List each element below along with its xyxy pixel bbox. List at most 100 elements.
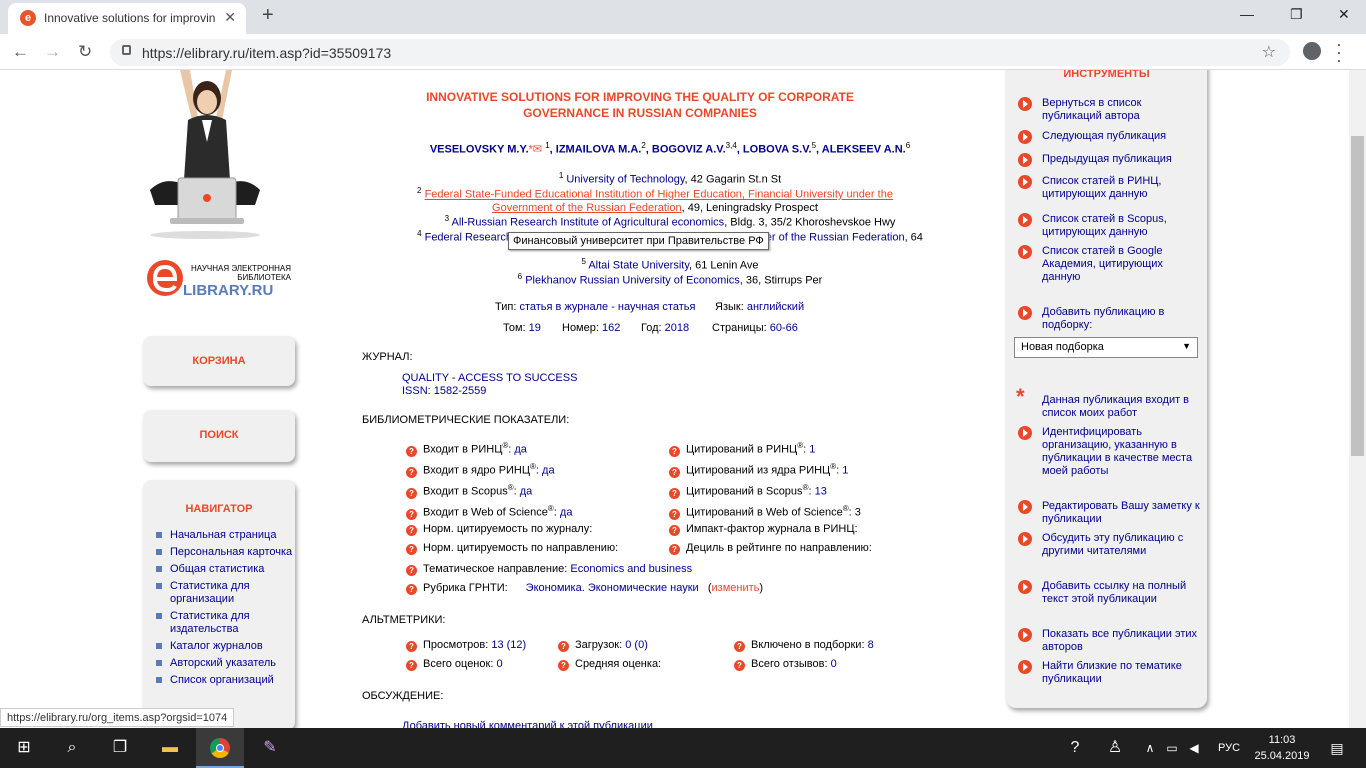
tool-add-fulltext-link[interactable]: Добавить ссылку на полный текст этой пуб…	[1016, 580, 1201, 606]
affiliation-link[interactable]: Federal State-Funded Educational Institu…	[425, 189, 893, 214]
url-text[interactable]: https://elibrary.ru/item.asp?id=35509173	[142, 45, 391, 61]
nav-item[interactable]: Персональная карточка	[156, 546, 295, 559]
author-link[interactable]: VESELOVSKY M.Y.	[430, 144, 529, 156]
help-question-icon[interactable]: ?	[406, 525, 417, 536]
tool-label[interactable]: Идентифицировать организацию, указанную …	[1042, 426, 1192, 477]
author-link[interactable]: ALEKSEEV A.N.	[822, 144, 906, 156]
tool-label[interactable]: Показать все публикации этих авторов	[1042, 628, 1197, 653]
tool-label[interactable]: Редактировать Вашу заметку к публикации	[1042, 500, 1200, 525]
help-question-icon[interactable]: ?	[406, 487, 417, 499]
help-question-icon[interactable]: ?	[406, 660, 417, 671]
minimize-button[interactable]: —	[1240, 6, 1254, 22]
nav-item[interactable]: Начальная страница	[156, 529, 295, 542]
tool-find-similar[interactable]: Найти близкие по тематике публикации	[1016, 660, 1201, 686]
bookmark-star-icon[interactable]: ☆	[1262, 42, 1276, 62]
reload-icon[interactable]: ↻	[78, 42, 92, 62]
tool-label[interactable]: Найти близкие по тематике публикации	[1042, 660, 1182, 685]
language-indicator[interactable]: РУС	[1212, 728, 1246, 768]
help-tray-icon[interactable]: ?	[1062, 728, 1088, 768]
system-clock[interactable]: 11:03 25.04.2019	[1252, 732, 1312, 764]
windows-start-icon[interactable]: ⊞	[0, 728, 48, 768]
help-question-icon[interactable]: ?	[406, 544, 417, 555]
maximize-button[interactable]: ❐	[1290, 6, 1303, 23]
author-link[interactable]: BOGOVIZ A.V.	[652, 144, 726, 156]
add-comment-link[interactable]: Добавить новый комментарий к этой публик…	[402, 720, 653, 728]
window-close-button[interactable]: ✕	[1338, 6, 1350, 23]
network-icon[interactable]: ▭	[1162, 728, 1182, 768]
help-question-icon[interactable]: ?	[406, 565, 417, 576]
biblio-value[interactable]: 1	[842, 465, 848, 477]
help-question-icon[interactable]: ?	[669, 487, 680, 499]
tab-close-icon[interactable]: ✕	[224, 9, 236, 26]
notifications-icon[interactable]: ▤	[1322, 728, 1352, 768]
tool-label[interactable]: Обсудить эту публикацию с другими читате…	[1042, 532, 1183, 557]
back-arrow-icon[interactable]: ←	[12, 42, 29, 62]
search-icon[interactable]: ⌕	[48, 728, 96, 768]
help-question-icon[interactable]: ?	[734, 660, 745, 671]
grnti-change-link[interactable]: изменить	[712, 582, 760, 594]
tool-label[interactable]: Список статей в Scopus, цитирующих данну…	[1042, 213, 1167, 238]
tool-edit-note[interactable]: Редактировать Вашу заметку к публикации	[1016, 500, 1201, 526]
tool-label[interactable]: Добавить публикацию в подборку:	[1042, 306, 1164, 331]
tool-rinc-citing[interactable]: Список статей в РИНЦ, цитирующих данную	[1016, 175, 1201, 201]
meta-value[interactable]: 162	[602, 322, 620, 334]
theme-value[interactable]: Economics and business	[570, 563, 692, 575]
tool-google-citing[interactable]: Список статей в Google Академия, цитирую…	[1016, 245, 1201, 284]
author-link[interactable]: IZMAILOVA M.A.	[556, 144, 642, 156]
browser-tab[interactable]: e Innovative solutions for improvin ✕	[8, 3, 246, 34]
help-question-icon[interactable]: ?	[669, 525, 680, 536]
paint-icon[interactable]: ✎	[246, 728, 294, 768]
people-icon[interactable]: ♙	[1102, 728, 1128, 768]
nav-item[interactable]: Общая статистика	[156, 563, 295, 576]
journal-link[interactable]: QUALITY - ACCESS TO SUCCESS	[402, 372, 577, 384]
tool-identify-org[interactable]: Идентифицировать организацию, указанную …	[1016, 426, 1201, 478]
altm-value[interactable]: 8	[868, 639, 874, 651]
help-question-icon[interactable]: ?	[406, 445, 417, 457]
task-view-icon[interactable]: ❐	[96, 728, 144, 768]
volume-icon[interactable]: ◀	[1184, 728, 1204, 768]
nav-item[interactable]: Авторский указатель	[156, 657, 295, 670]
tray-chevron-icon[interactable]: ∧	[1140, 728, 1160, 768]
tool-my-works[interactable]: * Данная публикация входит в список моих …	[1016, 386, 1201, 420]
address-bar[interactable]: https://elibrary.ru/item.asp?id=35509173…	[110, 39, 1290, 66]
tool-discuss[interactable]: Обсудить эту публикацию с другими читате…	[1016, 532, 1201, 558]
new-tab-button[interactable]: +	[262, 4, 274, 27]
collection-select[interactable]: Новая подборка ▼	[1014, 337, 1198, 358]
cart-link[interactable]: КОРЗИНА	[143, 355, 295, 367]
help-question-icon[interactable]: ?	[406, 584, 417, 595]
email-envelope-icon[interactable]: ✉	[533, 144, 542, 156]
help-question-icon[interactable]: ?	[406, 508, 417, 520]
tool-label[interactable]: Предыдущая публикация	[1042, 153, 1172, 165]
help-question-icon[interactable]: ?	[669, 466, 680, 478]
chrome-taskbar-icon[interactable]	[196, 728, 244, 768]
profile-avatar-icon[interactable]	[1303, 42, 1321, 60]
meta-value[interactable]: 19	[529, 322, 541, 334]
menu-kebab-icon[interactable]: · · ·	[1336, 35, 1342, 69]
help-question-icon[interactable]: ?	[406, 641, 417, 652]
help-question-icon[interactable]: ?	[734, 641, 745, 652]
tool-label[interactable]: Вернуться в список публикаций автора	[1042, 97, 1141, 122]
tool-back-to-author-list[interactable]: Вернуться в список публикаций автора	[1016, 97, 1201, 123]
help-question-icon[interactable]: ?	[558, 660, 569, 671]
help-question-icon[interactable]: ?	[669, 544, 680, 555]
tool-label[interactable]: Добавить ссылку на полный текст этой пуб…	[1042, 580, 1186, 605]
scrollbar-thumb[interactable]	[1351, 136, 1364, 456]
nav-item[interactable]: Список организаций	[156, 674, 295, 687]
tool-scopus-citing[interactable]: Список статей в Scopus, цитирующих данну…	[1016, 213, 1201, 239]
file-explorer-icon[interactable]: ▬	[146, 728, 194, 768]
page-scrollbar[interactable]	[1349, 70, 1366, 728]
help-question-icon[interactable]: ?	[558, 641, 569, 652]
tool-label[interactable]: Следующая публикация	[1042, 130, 1166, 142]
author-link[interactable]: LOBOVA S.V.	[743, 144, 812, 156]
forward-arrow-icon[interactable]: →	[44, 42, 61, 62]
biblio-value[interactable]: 1	[809, 444, 815, 456]
grnti-value[interactable]: Экономика. Экономические науки	[526, 582, 699, 594]
elibrary-logo[interactable]: НАУЧНАЯ ЭЛЕКТРОННАЯ БИБЛИОТЕКА LIBRARY.R…	[145, 258, 305, 303]
tool-prev-publication[interactable]: Предыдущая публикация	[1016, 153, 1201, 167]
nav-item[interactable]: Каталог журналов	[156, 640, 295, 653]
help-question-icon[interactable]: ?	[406, 466, 417, 478]
nav-item[interactable]: Статистика для издательства	[156, 610, 295, 636]
affiliation-link[interactable]: Plekhanov Russian University of Economic…	[525, 275, 740, 287]
cart-box[interactable]: КОРЗИНА	[143, 336, 295, 386]
search-box[interactable]: ПОИСК	[143, 410, 295, 462]
